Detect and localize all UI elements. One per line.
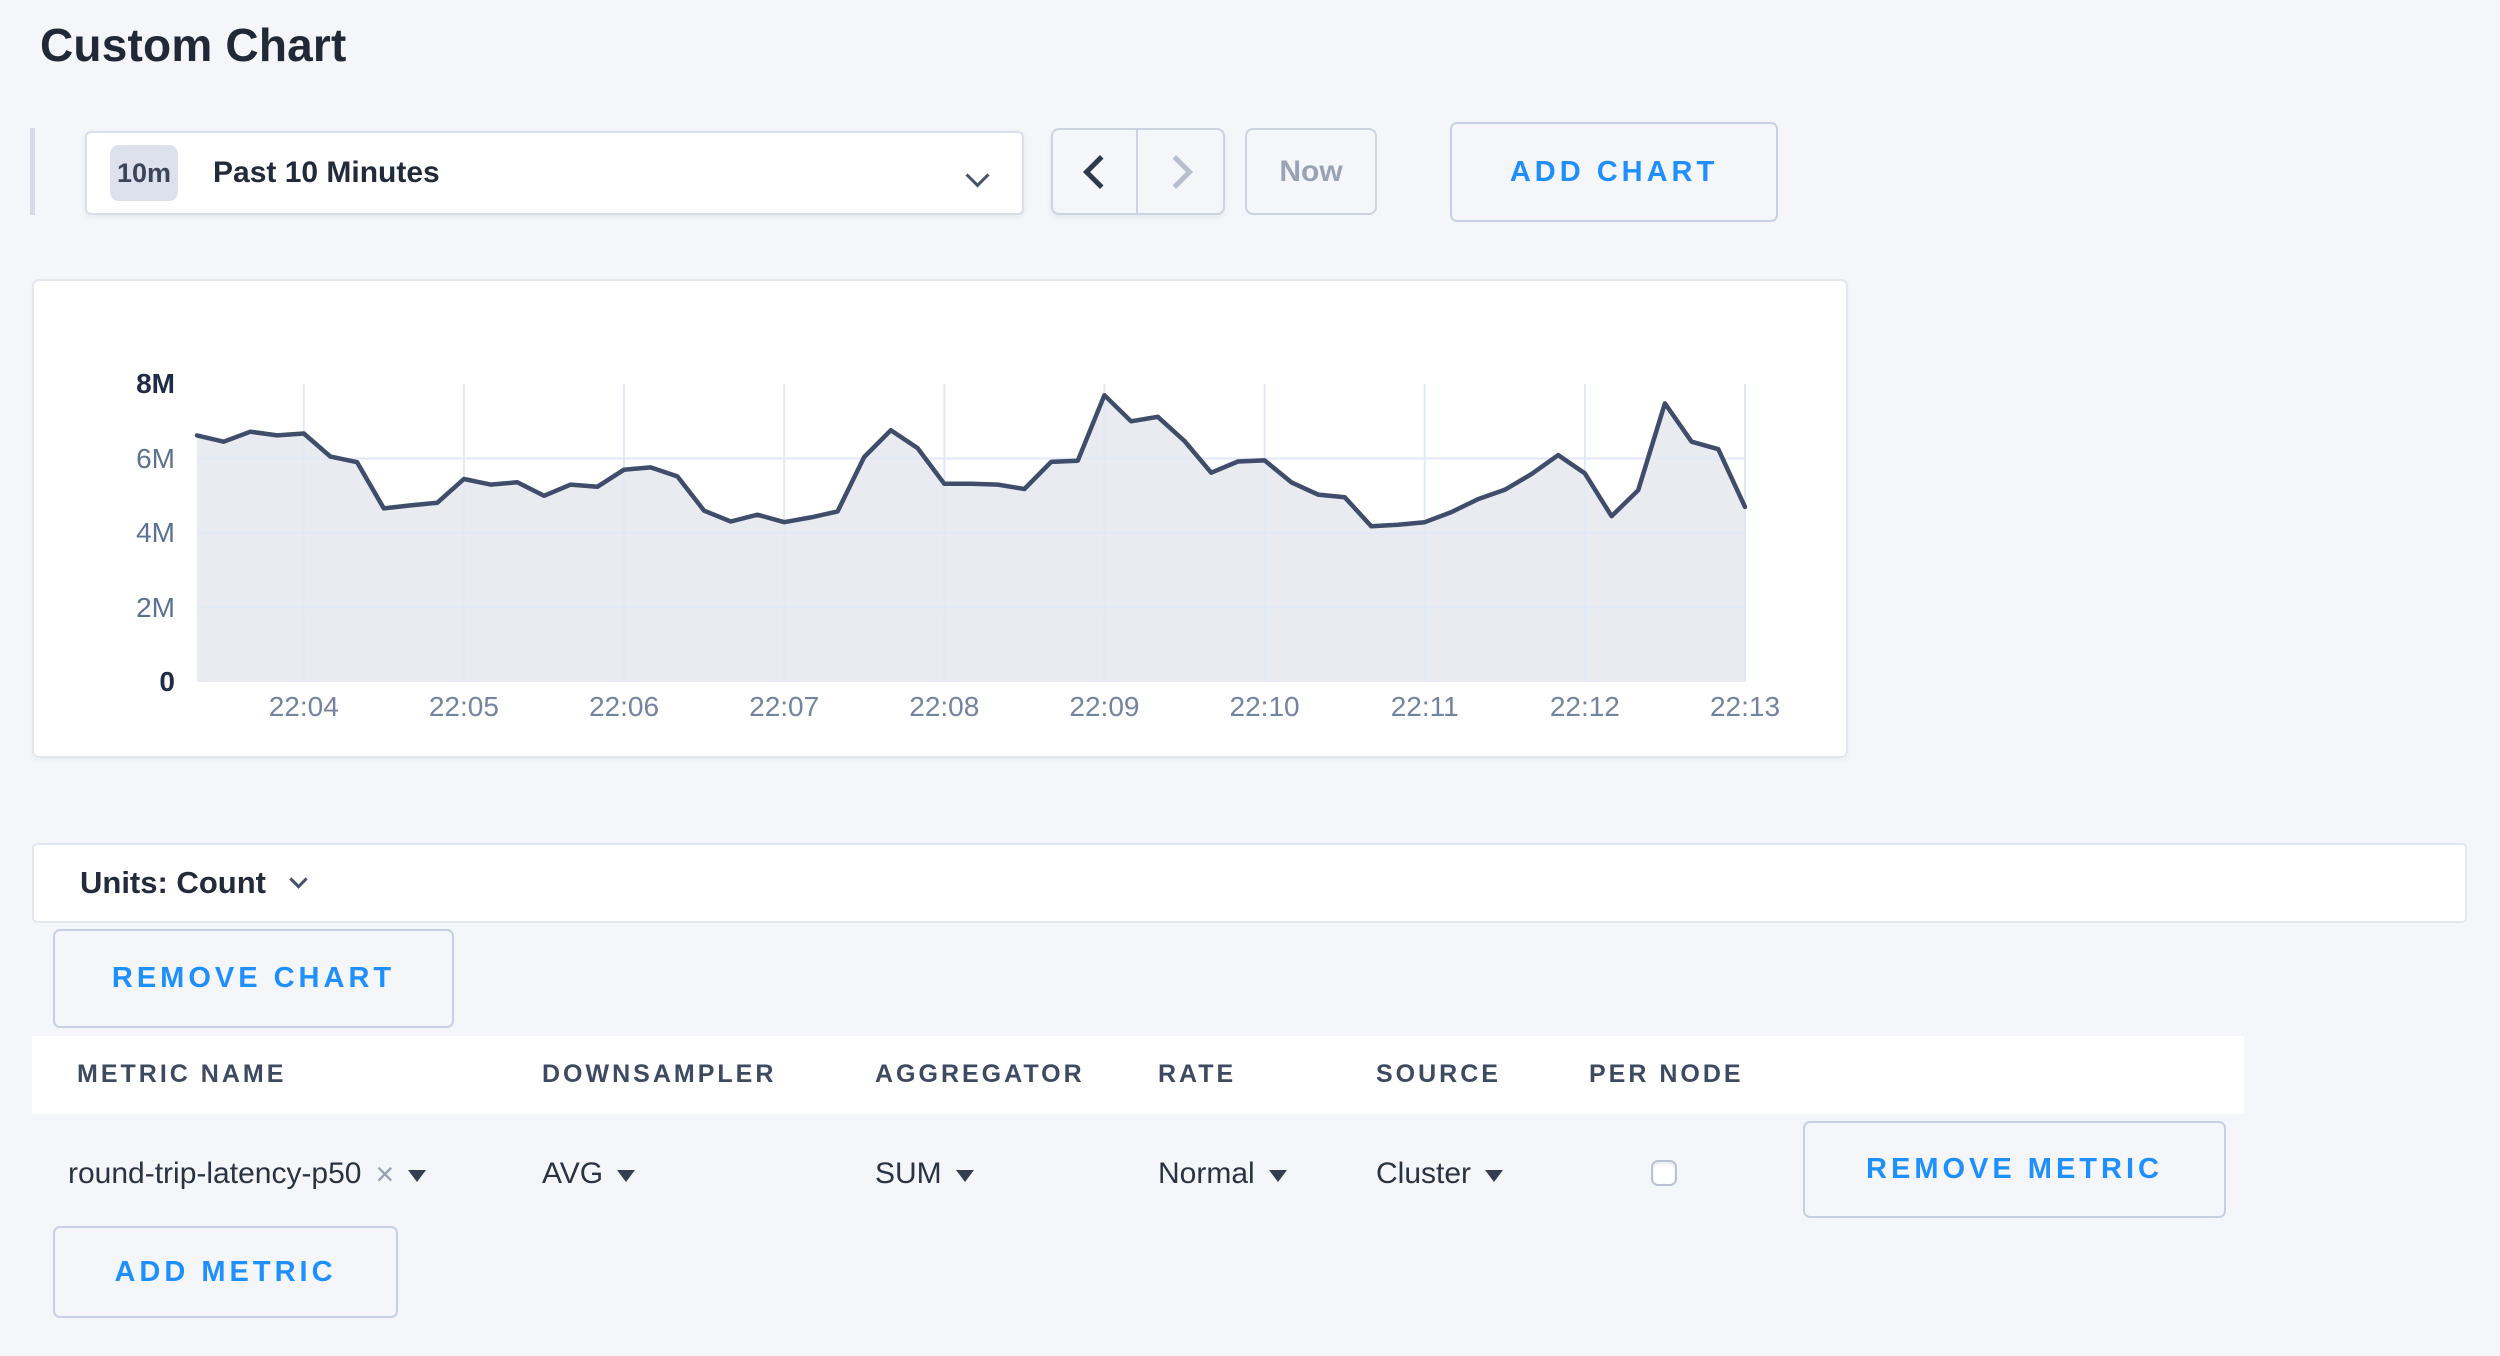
header-aggregator: AGGREGATOR [875, 1060, 1085, 1089]
remove-metric-label: REMOVE METRIC [1866, 1153, 2163, 1186]
header-source: SOURCE [1376, 1060, 1501, 1089]
dropdown-arrow-icon [408, 1170, 426, 1182]
downsampler-select[interactable]: AVG [542, 1152, 635, 1196]
time-back-button[interactable] [1053, 130, 1138, 213]
x-tick-label: 22:12 [1520, 692, 1650, 722]
x-tick-label: 22:06 [559, 692, 689, 722]
remove-metric-button[interactable]: REMOVE METRIC [1803, 1121, 2226, 1218]
aggregator-select[interactable]: SUM [875, 1152, 974, 1196]
x-tick-label: 22:11 [1360, 692, 1490, 722]
y-tick-label: 0 [85, 666, 175, 698]
rate-select[interactable]: Normal [1158, 1152, 1287, 1196]
x-tick-label: 22:09 [1039, 692, 1169, 722]
remove-chart-button[interactable]: REMOVE CHART [53, 929, 454, 1028]
x-tick-label: 22:08 [879, 692, 1009, 722]
chart-canvas[interactable] [34, 281, 1846, 761]
add-chart-button[interactable]: ADD CHART [1450, 122, 1778, 222]
x-tick-label: 22:05 [399, 692, 529, 722]
dropdown-arrow-icon [956, 1170, 974, 1182]
header-per-node: PER NODE [1589, 1060, 1744, 1089]
chevron-down-icon [965, 163, 989, 187]
page-title: Custom Chart [40, 18, 347, 72]
chevron-right-icon [1159, 155, 1193, 189]
metric-area-chart [34, 281, 1846, 756]
chevron-left-icon [1083, 155, 1117, 189]
header-rate: RATE [1158, 1060, 1236, 1089]
time-range-badge: 10m [110, 145, 178, 201]
y-tick-label: 4M [85, 517, 175, 549]
aggregator-value: SUM [875, 1157, 942, 1191]
add-metric-button[interactable]: ADD METRIC [53, 1226, 398, 1318]
y-tick-label: 2M [85, 592, 175, 624]
metric-name-value: round-trip-latency-p50 [68, 1157, 361, 1191]
chevron-down-icon [289, 870, 307, 888]
chart-card: 8M 6M 4M 2M 0 22:04 22:05 22:06 22:07 22:08 22:09 2… [32, 279, 1848, 758]
dropdown-arrow-icon [1485, 1170, 1503, 1182]
downsampler-value: AVG [542, 1157, 603, 1191]
time-nav-group [1051, 128, 1225, 215]
header-metric-name: METRIC NAME [77, 1060, 286, 1089]
y-tick-label: 6M [85, 443, 175, 475]
add-chart-label: ADD CHART [1510, 156, 1718, 189]
metrics-table-header: METRIC NAME DOWNSAMPLER AGGREGATOR RATE … [32, 1036, 2244, 1114]
source-value: Cluster [1376, 1157, 1471, 1191]
source-select[interactable]: Cluster [1376, 1152, 1503, 1196]
now-button[interactable]: Now [1245, 128, 1377, 215]
controls-accent-divider [30, 128, 35, 215]
rate-value: Normal [1158, 1157, 1255, 1191]
units-dropdown[interactable]: Units: Count [32, 843, 2467, 923]
time-range-dropdown[interactable]: 10m Past 10 Minutes [85, 131, 1024, 215]
remove-chart-label: REMOVE CHART [112, 962, 395, 995]
metric-name-select[interactable]: round-trip-latency-p50 × [68, 1152, 426, 1196]
add-metric-label: ADD METRIC [114, 1256, 336, 1289]
header-downsampler: DOWNSAMPLER [542, 1060, 776, 1089]
time-range-label: Past 10 Minutes [213, 156, 440, 190]
dropdown-arrow-icon [617, 1170, 635, 1182]
dropdown-arrow-icon [1269, 1170, 1287, 1182]
x-tick-label: 22:13 [1680, 692, 1810, 722]
now-button-label: Now [1279, 155, 1342, 189]
time-forward-button[interactable] [1138, 130, 1223, 213]
x-tick-label: 22:04 [239, 692, 369, 722]
y-tick-label: 8M [85, 368, 175, 400]
clear-icon[interactable]: × [375, 1156, 394, 1193]
x-tick-label: 22:07 [719, 692, 849, 722]
units-label: Units: Count [80, 865, 266, 901]
per-node-checkbox[interactable] [1651, 1160, 1677, 1186]
x-tick-label: 22:10 [1200, 692, 1330, 722]
